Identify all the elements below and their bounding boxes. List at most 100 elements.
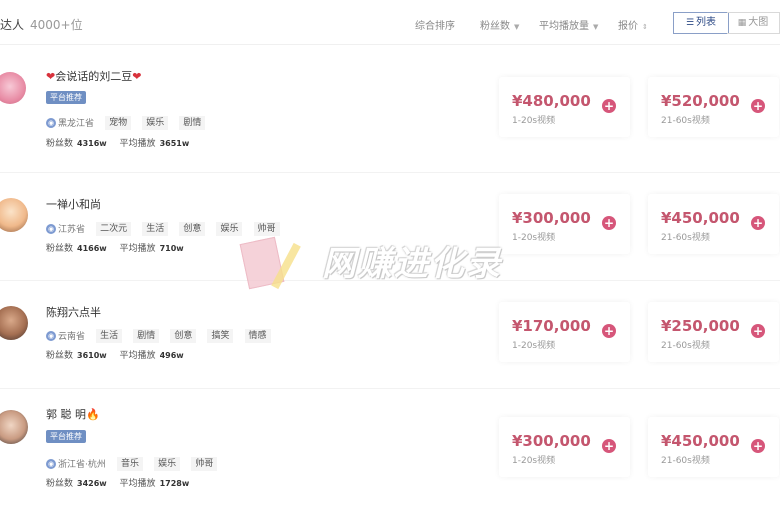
price: ¥450,000 bbox=[661, 432, 740, 450]
tag: 帅哥 bbox=[253, 221, 280, 236]
sort-price[interactable]: 报价 ⇕ bbox=[618, 17, 648, 32]
sort-price-label: 报价 bbox=[618, 21, 638, 32]
add-icon[interactable]: + bbox=[602, 439, 616, 453]
row-divider bbox=[0, 172, 780, 173]
recommended-badge: 平台推荐 bbox=[46, 91, 86, 104]
tag: 情感 bbox=[244, 328, 271, 343]
fans-label: 粉丝数 bbox=[46, 139, 74, 149]
price-card-long[interactable]: ¥520,000 21-60s视频 + bbox=[648, 77, 779, 137]
location-icon: ◉ bbox=[46, 117, 56, 128]
price: ¥520,000 bbox=[661, 92, 740, 110]
creator-row[interactable]: 陈翔六点半 ◉ 云南省 生活 剧情 创意 搞笑 情感 粉丝数 3610w 平均播放 4… bbox=[0, 288, 780, 388]
caret-down-icon: ▼ bbox=[514, 23, 520, 31]
view-grid-label: 大图 bbox=[748, 17, 769, 28]
plays-label: 平均播放 bbox=[119, 244, 156, 254]
grid-icon: ▦ bbox=[737, 18, 747, 28]
sort-both-icon: ⇕ bbox=[642, 23, 648, 31]
price-card-short[interactable]: ¥300,000 1-20s视频 + bbox=[499, 194, 630, 254]
price: ¥250,000 bbox=[661, 317, 740, 335]
price: ¥480,000 bbox=[512, 92, 591, 110]
price-card-long[interactable]: ¥450,000 21-60s视频 + bbox=[648, 194, 779, 254]
sort-avg-plays-label: 平均播放量 bbox=[539, 21, 589, 32]
result-count: 4000+位 bbox=[30, 18, 83, 32]
tag: 创意 bbox=[170, 328, 197, 343]
price-card-short[interactable]: ¥170,000 1-20s视频 + bbox=[499, 302, 630, 362]
avatar[interactable] bbox=[0, 72, 26, 104]
sort-comprehensive-label: 综合排序 bbox=[415, 21, 455, 32]
tag: 创意 bbox=[179, 221, 206, 236]
view-toggle: ☰ 列表 ▦ 大图 bbox=[673, 12, 780, 34]
plays-label: 平均播放 bbox=[119, 351, 156, 361]
add-icon[interactable]: + bbox=[602, 99, 616, 113]
sort-comprehensive[interactable]: 综合排序 bbox=[415, 17, 455, 32]
price: ¥170,000 bbox=[512, 317, 591, 335]
tag: 娱乐 bbox=[154, 456, 181, 471]
fans-value: 3610w bbox=[77, 351, 107, 360]
creator-name[interactable]: ❤会说话的刘二豆❤ bbox=[46, 68, 141, 84]
price-card-long[interactable]: ¥250,000 21-60s视频 + bbox=[648, 302, 779, 362]
recommended-badge: 平台推荐 bbox=[46, 430, 86, 443]
caret-down-icon: ▼ bbox=[593, 23, 599, 31]
add-icon[interactable]: + bbox=[751, 439, 765, 453]
creator-row[interactable]: ❤会说话的刘二豆❤ 平台推荐 ◉ 黑龙江省 宠物 娱乐 剧情 粉丝数 4316w 平… bbox=[0, 60, 780, 172]
fans-label: 粉丝数 bbox=[46, 479, 74, 489]
avatar[interactable] bbox=[0, 410, 28, 444]
heart-icon: ❤ bbox=[132, 70, 142, 83]
heart-icon: ❤ bbox=[46, 70, 56, 83]
tag: 生活 bbox=[96, 328, 123, 343]
fans-value: 4166w bbox=[77, 244, 107, 253]
fans-value: 4316w bbox=[77, 139, 107, 148]
stats: 粉丝数 3610w 平均播放 496w bbox=[46, 348, 194, 361]
stats: 粉丝数 4316w 平均播放 3651w bbox=[46, 136, 199, 149]
price-card-long[interactable]: ¥450,000 21-60s视频 + bbox=[648, 417, 779, 477]
add-icon[interactable]: + bbox=[751, 99, 765, 113]
price: ¥450,000 bbox=[661, 209, 740, 227]
plays-value: 1728w bbox=[159, 479, 190, 488]
tag-list: ◉ 云南省 生活 剧情 创意 搞笑 情感 bbox=[46, 325, 277, 343]
tag-list: ◉ 黑龙江省 宠物 娱乐 剧情 bbox=[46, 112, 211, 130]
view-grid-button[interactable]: ▦ 大图 bbox=[727, 12, 780, 34]
list-icon: ☰ bbox=[685, 18, 695, 28]
duration: 1-20s视频 bbox=[512, 116, 556, 126]
creator-name[interactable]: 一禅小和尚 bbox=[46, 196, 101, 212]
creator-name-text: 会说话的刘二豆 bbox=[55, 70, 133, 83]
add-icon[interactable]: + bbox=[751, 216, 765, 230]
tag: 搞笑 bbox=[207, 328, 234, 343]
stats: 粉丝数 3426w 平均播放 1728w bbox=[46, 476, 199, 489]
fire-icon: 🔥 bbox=[86, 408, 100, 421]
plays-value: 496w bbox=[159, 351, 184, 360]
location-icon: ◉ bbox=[46, 223, 56, 234]
plays-label: 平均播放 bbox=[119, 139, 156, 149]
creator-name[interactable]: 郭 聪 明🔥 bbox=[46, 406, 100, 422]
add-icon[interactable]: + bbox=[751, 324, 765, 338]
add-icon[interactable]: + bbox=[602, 324, 616, 338]
creator-row[interactable]: 郭 聪 明🔥 平台推荐 ◉ 浙江省·杭州 音乐 娱乐 帅哥 粉丝数 3426w 平均… bbox=[0, 396, 780, 512]
stats: 粉丝数 4166w 平均播放 710w bbox=[46, 241, 194, 254]
view-list-label: 列表 bbox=[696, 17, 717, 28]
tag: 剧情 bbox=[133, 328, 160, 343]
avatar[interactable] bbox=[0, 306, 28, 340]
location-icon: ◉ bbox=[46, 458, 56, 469]
sort-avg-plays[interactable]: 平均播放量 ▼ bbox=[539, 17, 598, 32]
watermark-text: 网赚进化录 bbox=[322, 244, 502, 284]
tag: 娱乐 bbox=[216, 221, 243, 236]
duration: 21-60s视频 bbox=[661, 341, 710, 351]
price-card-short[interactable]: ¥300,000 1-20s视频 + bbox=[499, 417, 630, 477]
sort-fans-label: 粉丝数 bbox=[480, 21, 510, 32]
tag: 二次元 bbox=[96, 221, 132, 236]
page-title: 达人 bbox=[0, 18, 25, 32]
avatar[interactable] bbox=[0, 198, 28, 232]
view-list-button[interactable]: ☰ 列表 bbox=[673, 12, 729, 34]
add-icon[interactable]: + bbox=[602, 216, 616, 230]
duration: 1-20s视频 bbox=[512, 341, 556, 351]
tag-list: ◉ 浙江省·杭州 音乐 娱乐 帅哥 bbox=[46, 453, 223, 471]
sort-fans[interactable]: 粉丝数 ▼ bbox=[480, 17, 519, 32]
duration: 1-20s视频 bbox=[512, 456, 556, 466]
fans-label: 粉丝数 bbox=[46, 244, 74, 254]
duration: 21-60s视频 bbox=[661, 116, 710, 126]
creator-name[interactable]: 陈翔六点半 bbox=[46, 304, 101, 320]
location: 江苏省 bbox=[58, 225, 86, 235]
location: 黑龙江省 bbox=[58, 119, 95, 129]
creator-name-text: 陈翔六点半 bbox=[46, 306, 101, 319]
price-card-short[interactable]: ¥480,000 1-20s视频 + bbox=[499, 77, 630, 137]
